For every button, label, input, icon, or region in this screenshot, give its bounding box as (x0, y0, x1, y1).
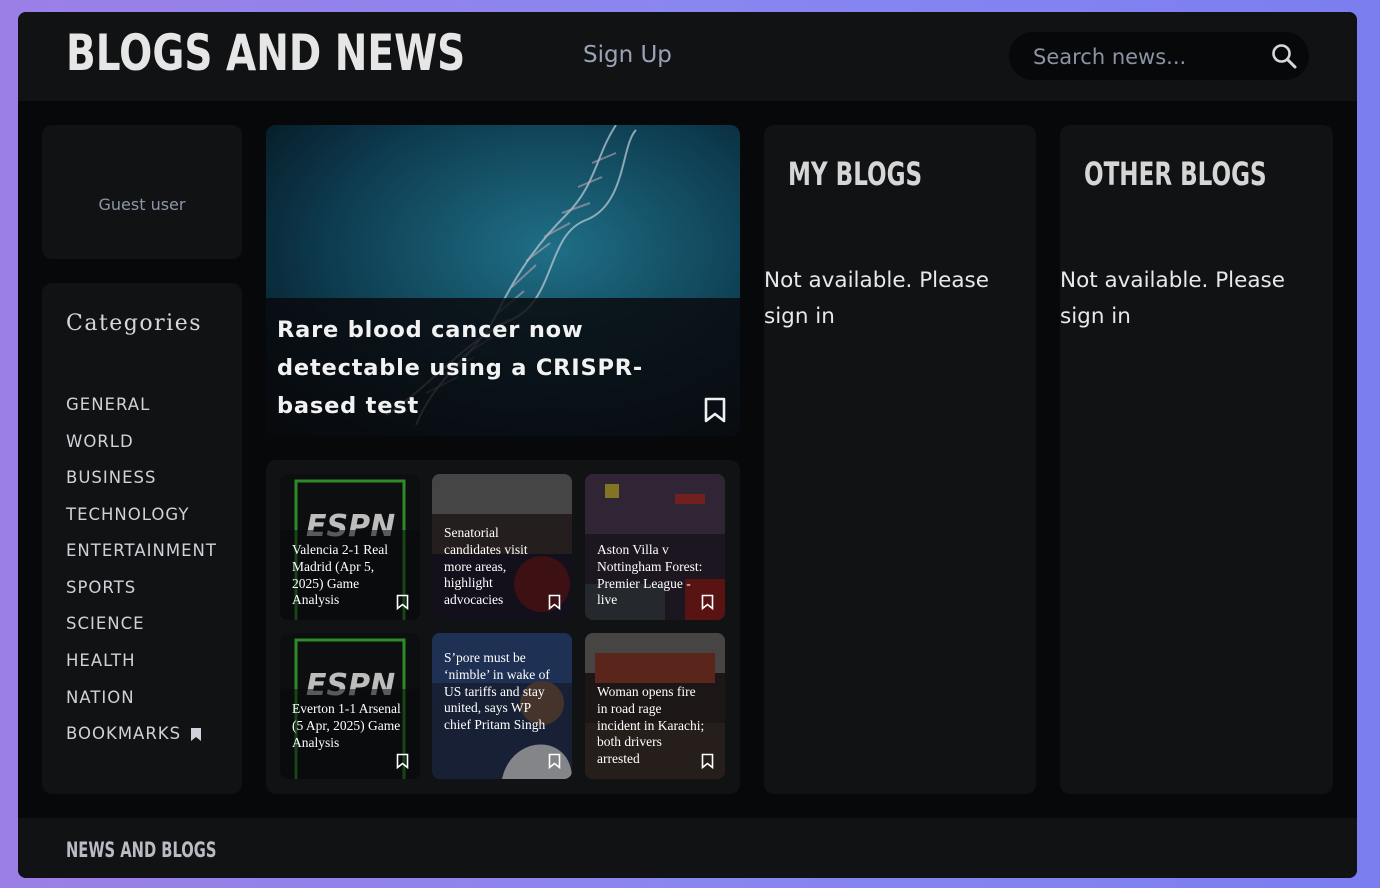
news-title: Everton 1-1 Arsenal (5 Apr, 2025) Game A… (292, 701, 401, 750)
news-grid: ESPN Valencia 2-1 Real Madrid (Apr 5, 20… (266, 460, 740, 794)
search-icon[interactable] (1271, 43, 1297, 69)
featured-article[interactable]: Rare blood cancer now detectable using a… (266, 125, 740, 436)
news-title: S’pore must be ‘nimble’ in wake of US ta… (444, 650, 550, 733)
category-technology[interactable]: TECHNOLOGY (66, 505, 189, 524)
news-title: Senatorial candidates visit more areas, … (444, 525, 528, 608)
other-blogs-message: Not available. Please sign in (1060, 268, 1285, 329)
news-title: Aston Villa v Nottingham Forest: Premier… (597, 542, 703, 608)
other-blogs-title: OTHER BLOGS (1084, 155, 1267, 193)
news-title: Woman opens fire in road rage incident i… (597, 684, 705, 767)
bookmark-icon[interactable] (704, 397, 726, 423)
category-business[interactable]: BUSINESS (66, 468, 156, 487)
user-card: Guest user (42, 125, 242, 259)
category-bookmarks[interactable]: BOOKMARKS (66, 724, 202, 743)
category-general[interactable]: GENERAL (66, 395, 150, 414)
category-sports[interactable]: SPORTS (66, 578, 136, 597)
bookmark-icon[interactable] (396, 594, 409, 610)
category-health[interactable]: HEALTH (66, 651, 136, 670)
bookmark-icon[interactable] (701, 594, 714, 610)
site-title[interactable]: BLOGS AND NEWS (66, 24, 465, 82)
search-bar (1009, 32, 1309, 82)
category-nation[interactable]: NATION (66, 688, 135, 707)
footer-text: NEWS AND BLOGS (66, 838, 217, 862)
news-card[interactable]: Senatorial candidates visit more areas, … (432, 474, 572, 620)
hero-title[interactable]: Rare blood cancer now detectable using a… (277, 311, 707, 425)
news-title: Valencia 2-1 Real Madrid (Apr 5, 2025) G… (292, 542, 388, 608)
category-world[interactable]: WORLD (66, 432, 134, 451)
news-card[interactable]: ESPN Everton 1-1 Arsenal (5 Apr, 2025) G… (280, 633, 420, 779)
news-card[interactable]: Aston Villa v Nottingham Forest: Premier… (585, 474, 725, 620)
news-card[interactable]: ESPN Valencia 2-1 Real Madrid (Apr 5, 20… (280, 474, 420, 620)
app-window: BLOGS AND NEWS Sign Up Guest user Catego… (18, 12, 1357, 878)
news-card[interactable]: S’pore must be ‘nimble’ in wake of US ta… (432, 633, 572, 779)
other-blogs-panel: OTHER BLOGS Not available. Please sign i… (1060, 125, 1333, 794)
category-bookmarks-label: BOOKMARKS (66, 724, 182, 743)
news-card[interactable]: Woman opens fire in road rage incident i… (585, 633, 725, 779)
bookmark-icon[interactable] (548, 753, 561, 769)
categories-panel: Categories GENERAL WORLD BUSINESS TECHNO… (42, 283, 242, 794)
bookmark-icon[interactable] (396, 753, 409, 769)
my-blogs-message: Not available. Please sign in (764, 268, 989, 329)
category-science[interactable]: SCIENCE (66, 614, 145, 633)
footer: NEWS AND BLOGS (18, 818, 1357, 878)
bookmark-icon (191, 728, 202, 741)
category-entertainment[interactable]: ENTERTAINMENT (66, 541, 217, 560)
bookmark-icon[interactable] (548, 594, 561, 610)
user-label: Guest user (98, 195, 186, 214)
header: BLOGS AND NEWS Sign Up (18, 12, 1357, 101)
search-input[interactable] (1031, 32, 1255, 82)
categories-title: Categories (66, 311, 202, 336)
signup-link[interactable]: Sign Up (583, 42, 672, 68)
my-blogs-title: MY BLOGS (788, 155, 923, 193)
bookmark-icon[interactable] (701, 753, 714, 769)
my-blogs-panel: MY BLOGS Not available. Please sign in (764, 125, 1036, 794)
